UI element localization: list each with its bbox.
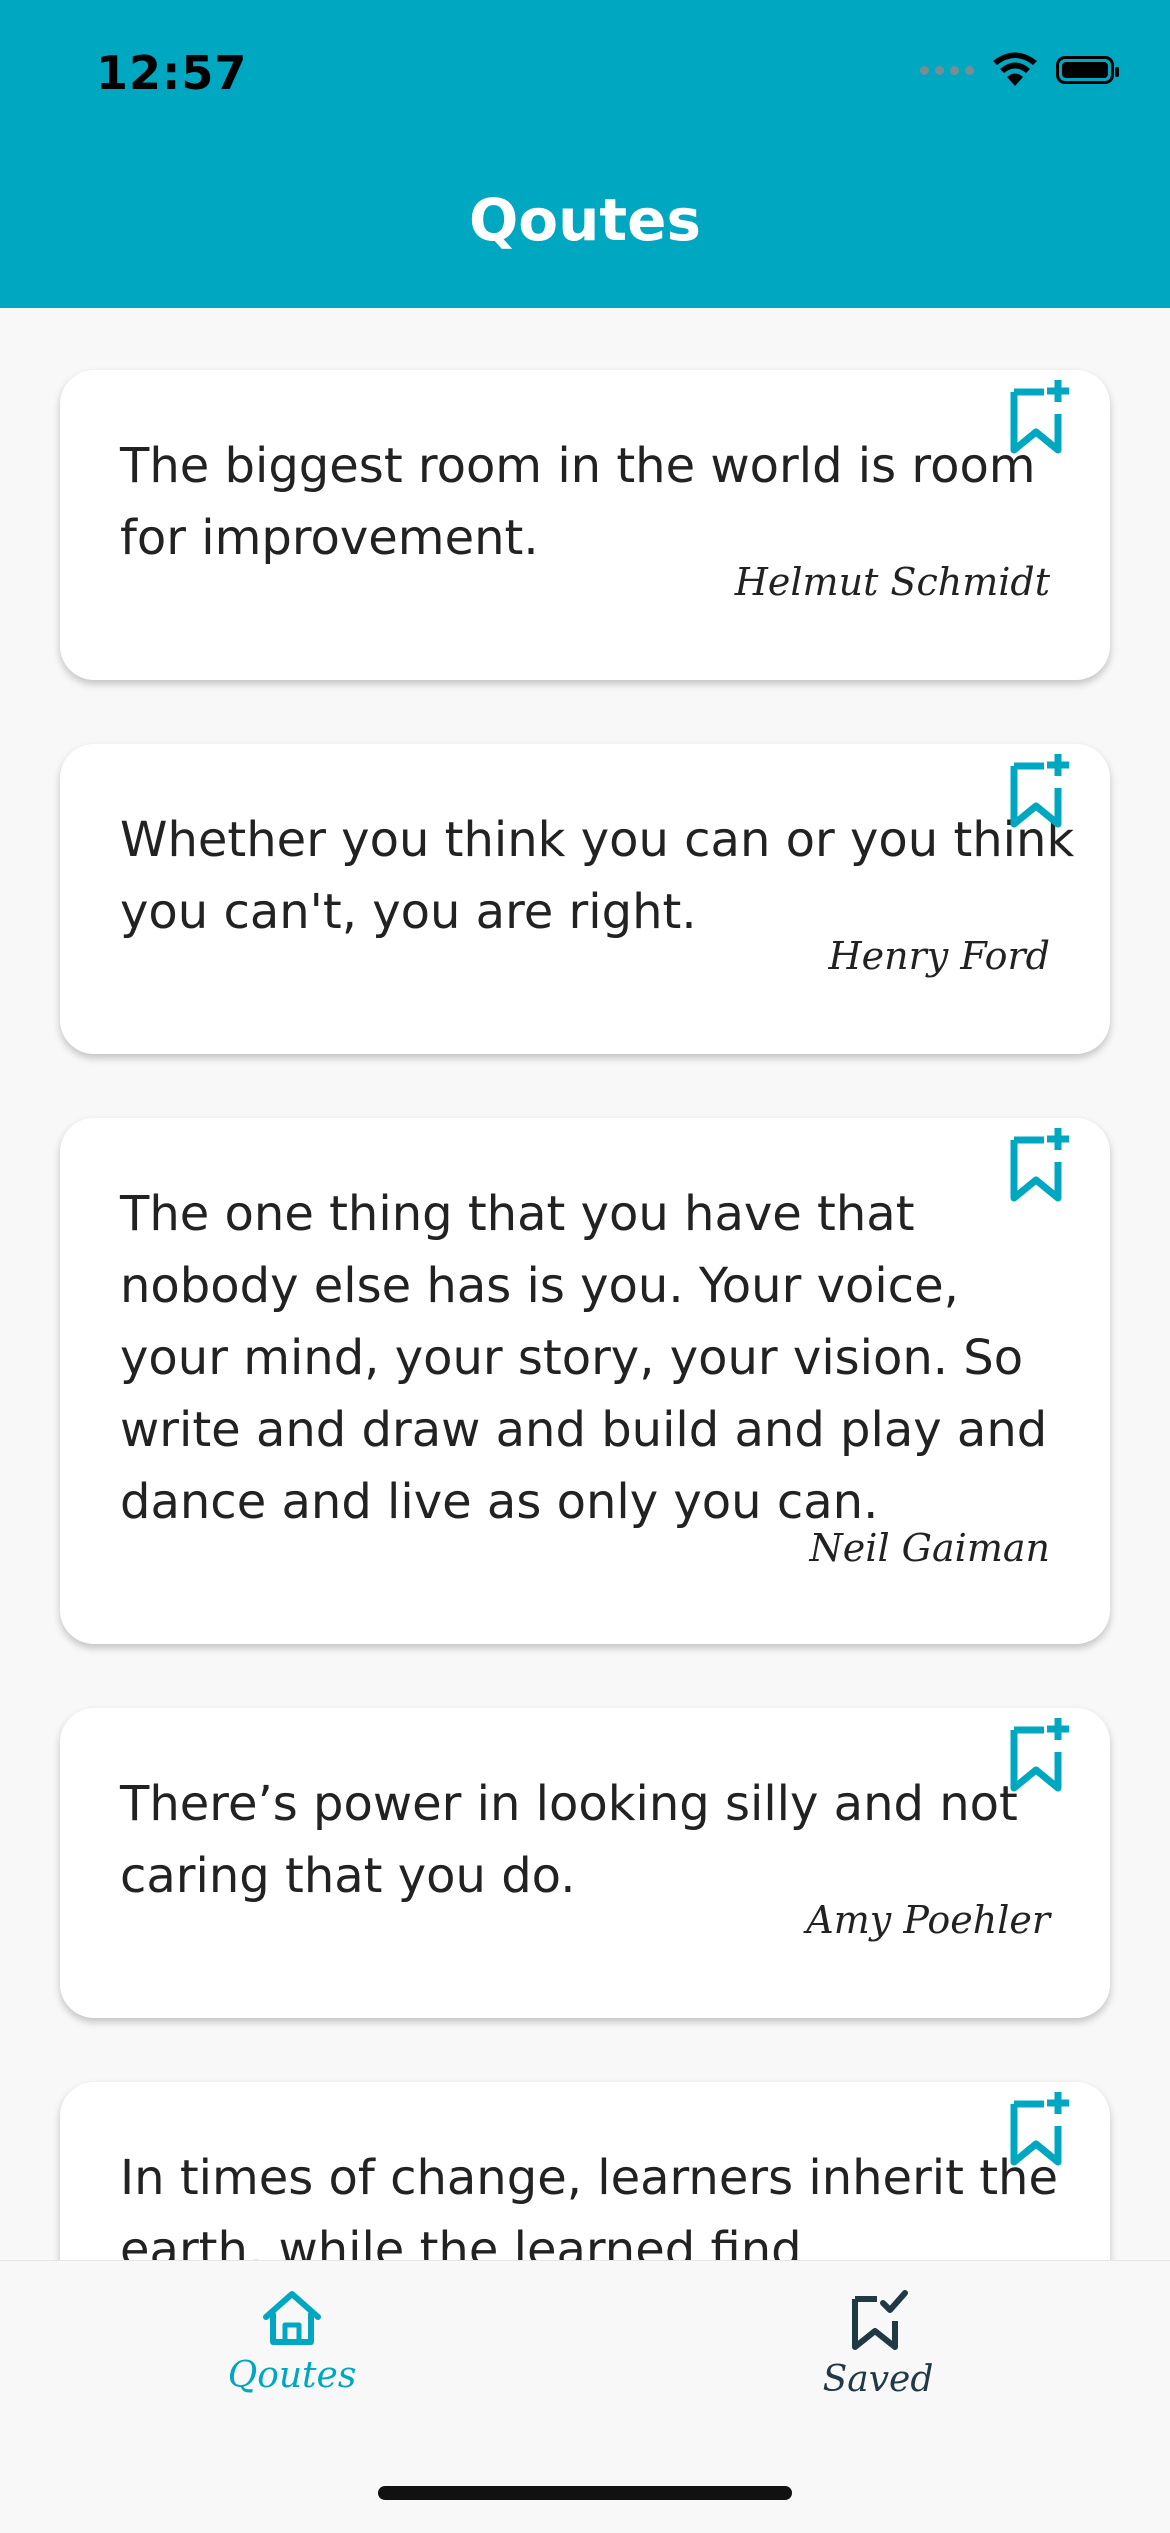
quote-card: In times of change, learners inherit the… [60,2082,1110,2260]
bookmark-add-icon[interactable] [1006,378,1070,456]
bookmark-add-icon[interactable] [1006,752,1070,830]
home-indicator [378,2486,792,2500]
cellular-signal-icon [920,65,974,75]
quote-list[interactable]: The biggest room in the world is room fo… [0,308,1170,2260]
bookmark-add-icon[interactable] [1006,2090,1070,2168]
status-time: 12:57 [96,46,248,100]
wifi-icon [993,52,1037,86]
quote-card: The one thing that you have that nobody … [60,1118,1110,1644]
quote-text: There’s power in looking silly and not c… [120,1776,1018,1904]
home-icon [263,2291,321,2345]
tab-qoutes-label: Qoutes [227,2355,357,2396]
quote-author: Henry Ford [828,934,1050,978]
tab-qoutes[interactable]: Qoutes [192,2289,392,2396]
status-icons [920,52,1119,88]
bookmark-check-icon [852,2290,908,2350]
quote-card: Whether you think you can or you think y… [60,744,1110,1054]
quote-author: Neil Gaiman [809,1526,1050,1570]
app-header: 12:57 Qoutes [0,0,1170,308]
quote-text: In times of change, learners inherit the… [120,2150,1058,2260]
quote-card: The biggest room in the world is room fo… [60,370,1110,680]
tab-saved[interactable]: Saved [778,2289,978,2400]
page-title: Qoutes [468,186,702,254]
quote-text: The one thing that you have that nobody … [120,1186,1048,1530]
quote-author: Amy Poehler [806,1898,1050,1942]
quote-text: Whether you think you can or you think y… [120,812,1075,940]
quote-author: Helmut Schmidt [734,560,1050,604]
tab-saved-label: Saved [822,2359,934,2400]
bookmark-add-icon[interactable] [1006,1126,1070,1204]
battery-icon [1056,56,1119,84]
bookmark-add-icon[interactable] [1006,1716,1070,1794]
quote-text: The biggest room in the world is room fo… [120,438,1036,566]
quote-card: There’s power in looking silly and not c… [60,1708,1110,2018]
